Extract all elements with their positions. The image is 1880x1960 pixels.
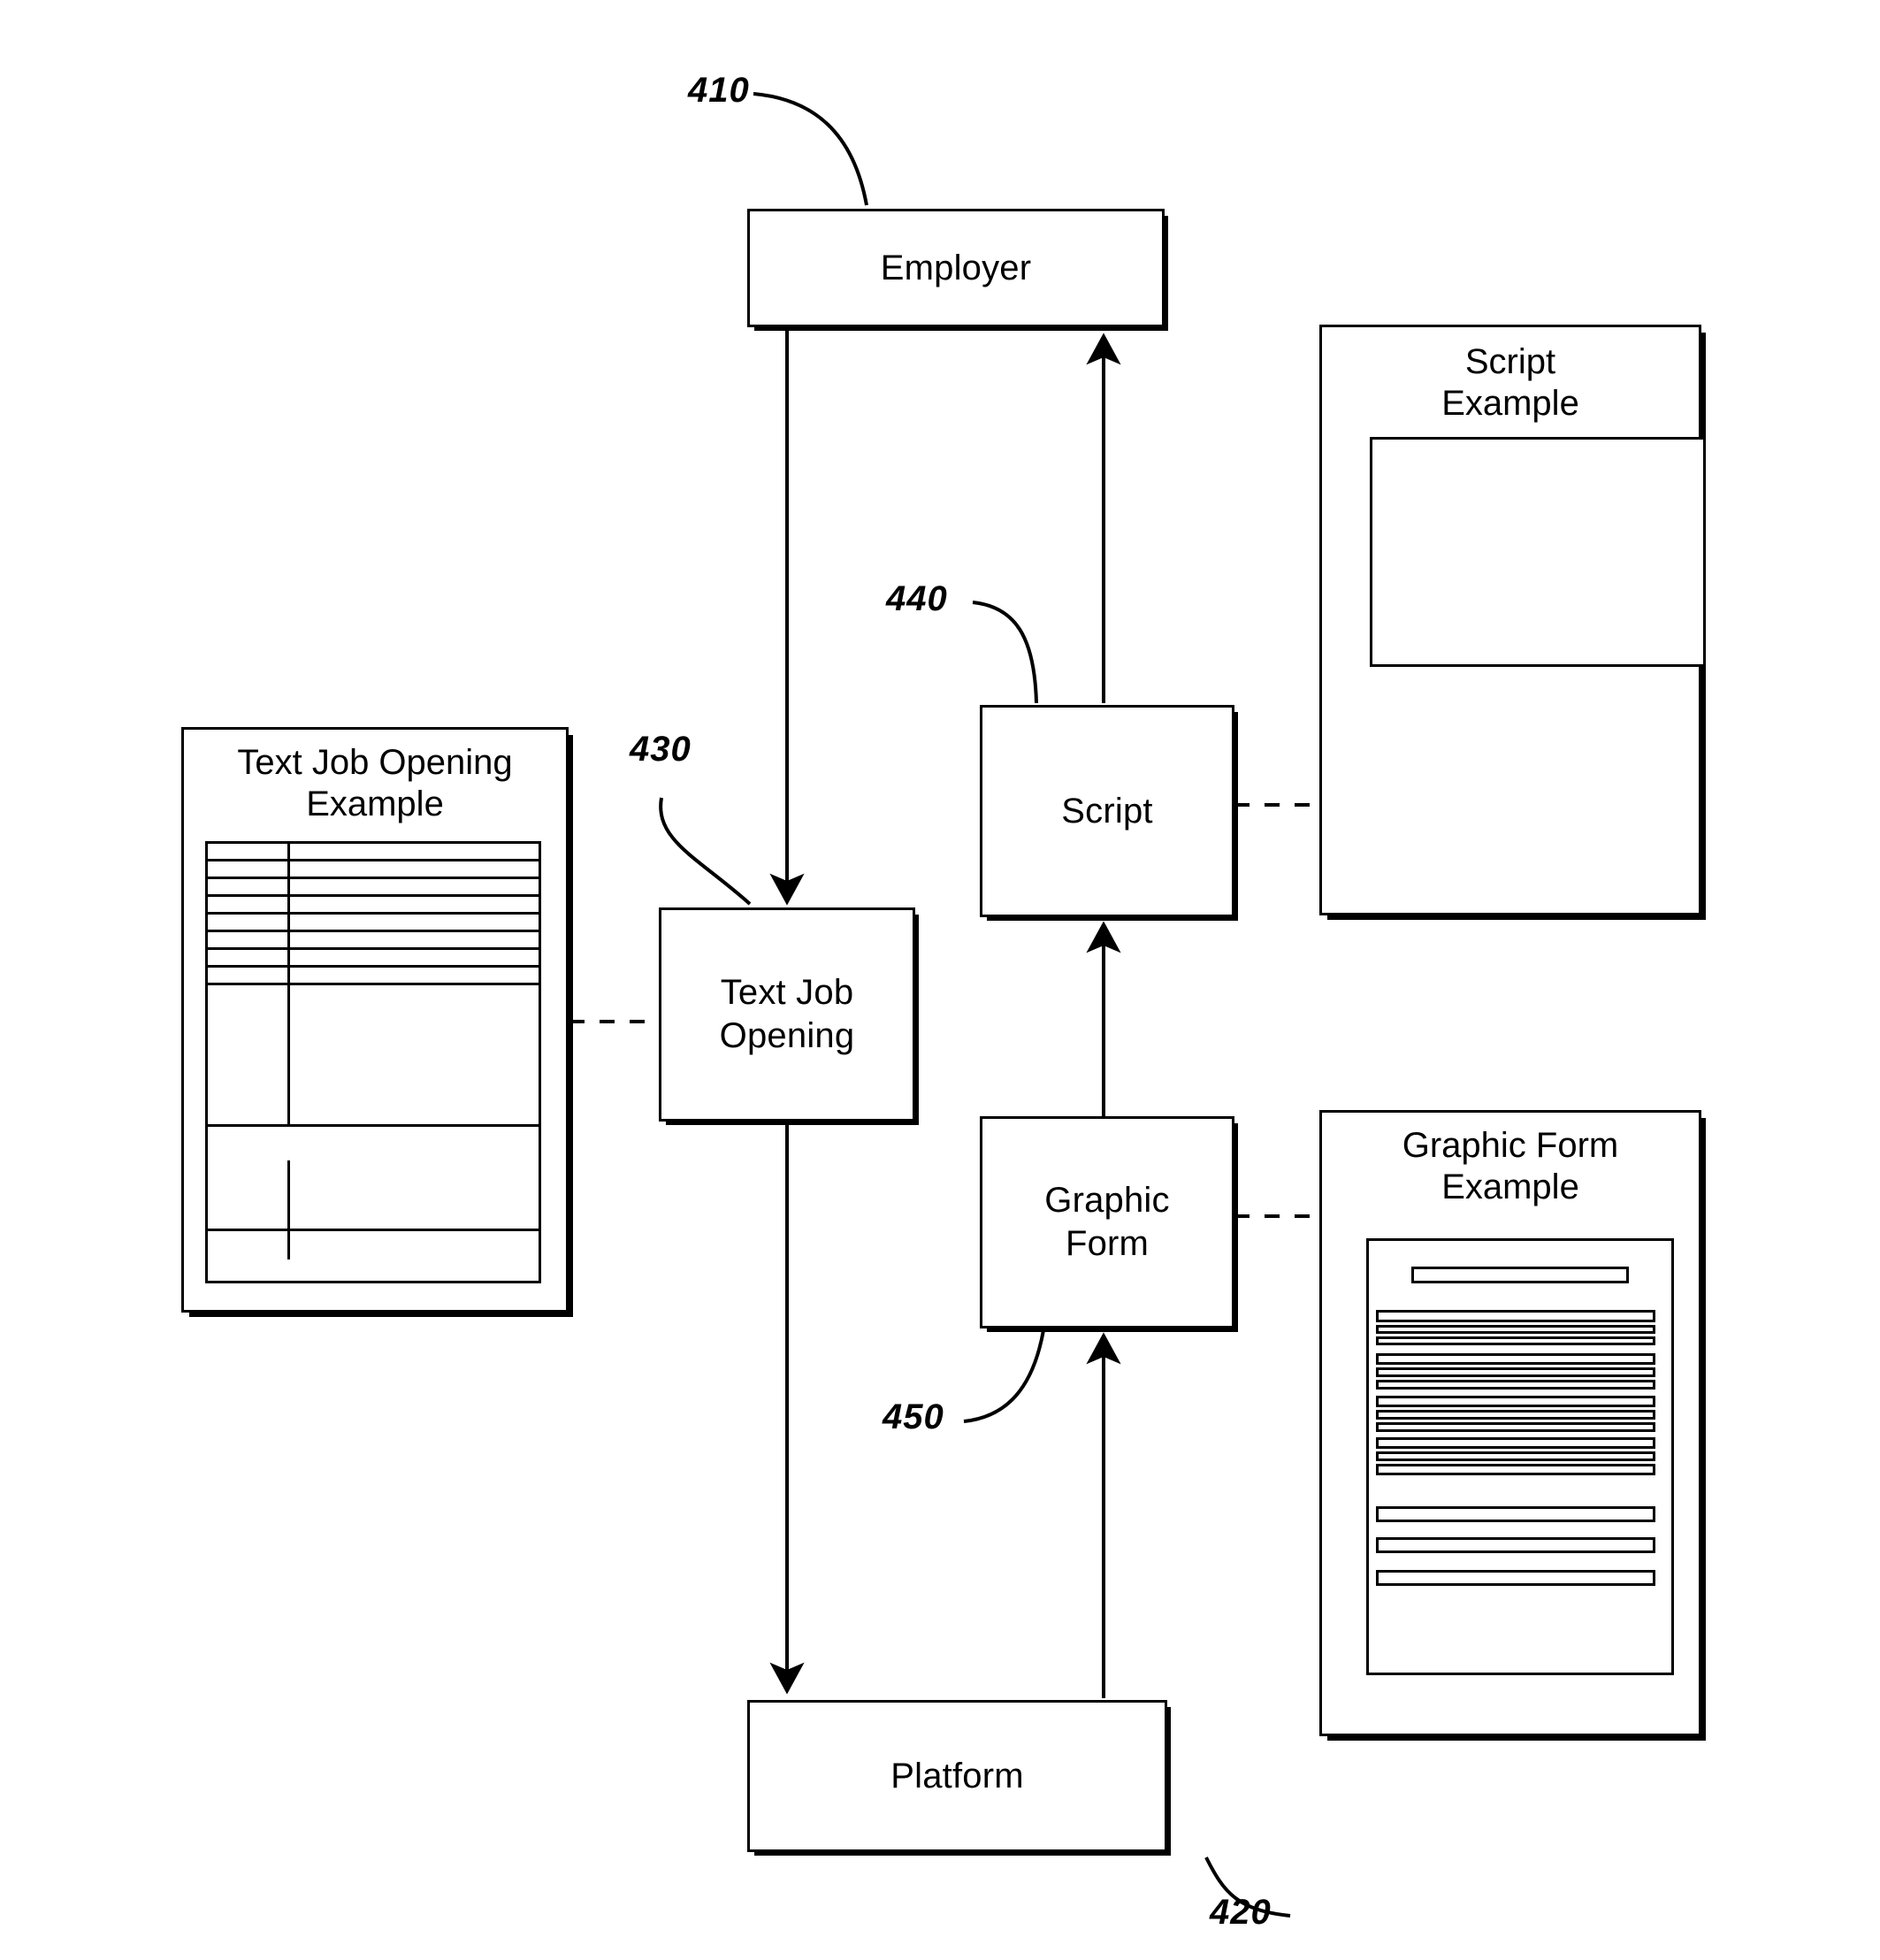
- form-field-line: [1376, 1506, 1655, 1522]
- node-script[interactable]: Script: [980, 705, 1234, 917]
- table-cell: [290, 985, 539, 1124]
- node-text-job-opening-label: Text Job Opening: [719, 973, 855, 1055]
- table-cell: [208, 1160, 290, 1229]
- form-field-line: [1376, 1325, 1655, 1334]
- node-platform[interactable]: Platform: [747, 1700, 1167, 1852]
- leader-line-440: [972, 601, 1038, 704]
- table-row: [208, 844, 539, 861]
- table-cell: [208, 915, 290, 930]
- form-field-line: [1376, 1367, 1655, 1377]
- table-cell: [208, 897, 290, 912]
- panel-graphic-form-example-title: Graphic Form Example: [1402, 1126, 1619, 1207]
- form-field-line: [1376, 1310, 1655, 1322]
- form-field-line: [1376, 1537, 1655, 1553]
- panel-text-job-opening-example-title: Text Job Opening Example: [237, 743, 513, 824]
- table-row: [208, 968, 539, 985]
- node-platform-label: Platform: [890, 1756, 1024, 1795]
- table-cell: [208, 968, 290, 983]
- panel-script-example: Script Example: [1319, 325, 1706, 915]
- node-graphic-form[interactable]: Graphic Form: [980, 1116, 1234, 1328]
- table-cell: [208, 844, 290, 859]
- table-cell: [290, 1160, 539, 1229]
- form-field-group: [1376, 1437, 1655, 1475]
- table-row: [208, 915, 539, 932]
- form-field-group: [1376, 1396, 1655, 1432]
- form-field-line: [1376, 1380, 1655, 1390]
- table-row: [208, 1127, 539, 1160]
- form-field-group: [1376, 1353, 1655, 1390]
- table-cell: [290, 932, 539, 947]
- leader-line-430: [659, 797, 752, 906]
- table-row: [208, 1160, 539, 1231]
- patent-figure: 410 420 430 440 450 Employer Platform Te…: [0, 0, 1880, 1960]
- table-row: [208, 879, 539, 897]
- leader-line-410: [753, 92, 868, 206]
- node-employer[interactable]: Employer: [747, 209, 1165, 327]
- form-field-group: [1376, 1310, 1655, 1345]
- form-field-line: [1376, 1437, 1655, 1449]
- table-cell: [290, 879, 539, 894]
- form-field-line: [1376, 1336, 1655, 1345]
- form-field-line: [1376, 1410, 1655, 1420]
- table-row: [208, 861, 539, 879]
- form-field-line: [1376, 1464, 1655, 1475]
- node-employer-label: Employer: [880, 248, 1032, 287]
- ref-label-430: 430: [630, 730, 692, 769]
- form-field-line: [1376, 1451, 1655, 1461]
- form-field-line: [1376, 1396, 1655, 1407]
- table-cell: [290, 1127, 539, 1160]
- table-cell: [208, 985, 290, 1124]
- table-cell: [208, 1231, 290, 1259]
- ref-label-410: 410: [688, 71, 750, 110]
- ref-label-420: 420: [1210, 1893, 1272, 1932]
- form-field-line: [1376, 1422, 1655, 1432]
- panel-text-job-opening-example: Text Job Opening Example: [181, 727, 569, 1313]
- table-cell: [290, 897, 539, 912]
- ref-label-450: 450: [883, 1397, 944, 1436]
- panel-graphic-form-example: Graphic Form Example: [1319, 1110, 1701, 1736]
- table-cell: [290, 1231, 539, 1259]
- table-row: [208, 985, 539, 1127]
- node-graphic-form-label: Graphic Form: [1044, 1181, 1170, 1263]
- node-text-job-opening[interactable]: Text Job Opening: [659, 907, 915, 1122]
- script-example-content-area: [1370, 437, 1706, 667]
- table-cell: [208, 950, 290, 965]
- leader-line-450: [963, 1329, 1045, 1423]
- form-field-line: [1376, 1570, 1655, 1586]
- table-cell: [208, 879, 290, 894]
- table-cell: [290, 915, 539, 930]
- table-cell: [208, 1127, 290, 1160]
- table-cell: [208, 932, 290, 947]
- text-job-opening-mock-table: [205, 841, 541, 1283]
- table-row: [208, 897, 539, 915]
- table-cell: [208, 861, 290, 877]
- table-cell: [290, 968, 539, 983]
- panel-script-example-title: Script Example: [1441, 342, 1579, 424]
- form-field-line: [1376, 1353, 1655, 1365]
- node-script-label: Script: [1061, 791, 1153, 831]
- table-cell: [290, 950, 539, 965]
- table-row: [208, 932, 539, 950]
- ref-label-440: 440: [886, 579, 948, 618]
- table-cell: [290, 844, 539, 859]
- form-title-bar: [1411, 1267, 1629, 1283]
- graphic-form-example-content-area: [1366, 1238, 1674, 1675]
- table-row: [208, 950, 539, 968]
- table-cell: [290, 861, 539, 877]
- table-row: [208, 1231, 539, 1259]
